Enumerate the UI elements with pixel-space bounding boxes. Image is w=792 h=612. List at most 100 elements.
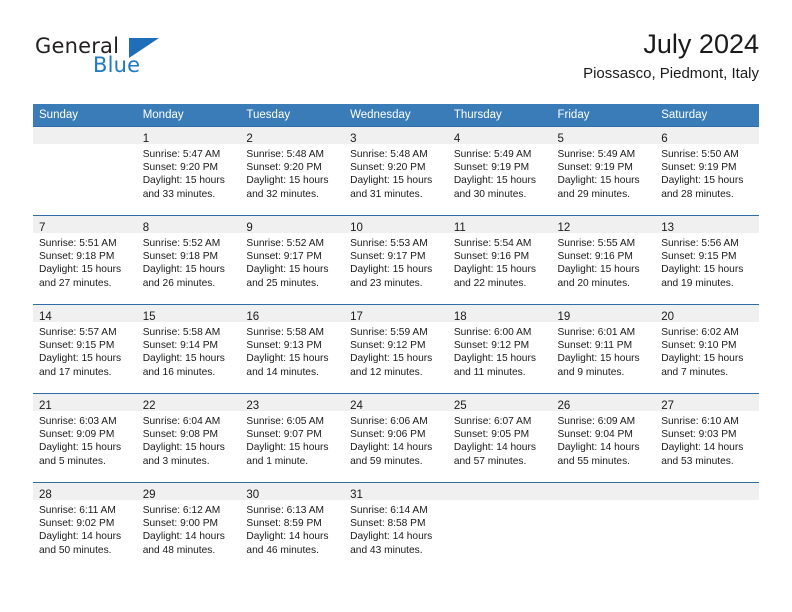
sunset-text: Sunset: 9:19 PM (661, 162, 737, 174)
day-number-bar: 29 (136, 483, 241, 501)
sunrise-text: Sunrise: 5:58 AM (246, 327, 324, 338)
daylight-text: Daylight: 15 hours (350, 264, 433, 276)
brand-logo[interactable]: General Blue (33, 34, 253, 88)
day-cell[interactable]: 25 Sunrise: 6:07 AM Sunset: 9:05 PM Dayligh… (447, 393, 552, 482)
day-number: 26 (557, 400, 571, 412)
calendar-cell: 30 Sunrise: 6:13 AM Sunset: 8:59 PM Dayligh… (240, 482, 345, 571)
day-number: 8 (142, 222, 150, 234)
day-cell[interactable]: 5 Sunrise: 5:49 AM Sunset: 9:19 PM Daylight… (551, 126, 656, 215)
brand-name-blue: Blue (93, 53, 141, 77)
day-cell[interactable]: 1 Sunrise: 5:47 AM Sunset: 9:20 PM Daylight… (136, 126, 241, 215)
calendar-page: General Blue July 2024 Piossasco, Piedmo… (0, 0, 792, 612)
daylight-text-cont: and 9 minutes. (557, 366, 625, 378)
day-number: 23 (246, 400, 260, 412)
day-number: 30 (246, 489, 260, 501)
day-details: Sunrise: 5:50 AM Sunset: 9:19 PM Daylight:… (655, 144, 759, 201)
day-cell[interactable]: 20 Sunrise: 6:02 AM Sunset: 9:10 PM Dayligh… (655, 304, 759, 393)
day-cell[interactable]: 28 Sunrise: 6:11 AM Sunset: 9:02 PM Dayligh… (33, 482, 137, 571)
day-cell[interactable]: 21 Sunrise: 6:03 AM Sunset: 9:09 PM Dayligh… (33, 393, 137, 482)
daylight-text: Daylight: 14 hours (661, 442, 744, 454)
weekday-header-thursday: Thursday (447, 104, 552, 126)
day-cell[interactable]: 8 Sunrise: 5:52 AM Sunset: 9:18 PM Daylight… (136, 215, 241, 304)
daylight-text-cont: and 5 minutes. (39, 455, 106, 467)
day-details: Sunrise: 6:05 AM Sunset: 9:07 PM Daylight:… (240, 411, 344, 468)
sunrise-text: Sunrise: 5:47 AM (142, 149, 221, 160)
daylight-text-cont: and 30 minutes. (453, 188, 527, 200)
day-cell[interactable]: 23 Sunrise: 6:05 AM Sunset: 9:07 PM Dayligh… (240, 393, 345, 482)
calendar-table: Sunday Monday Tuesday Wednesday Thursday… (33, 104, 759, 571)
calendar-week-row: 7 Sunrise: 5:51 AM Sunset: 9:18 PM Daylight… (33, 215, 759, 304)
sunrise-text: Sunrise: 6:07 AM (453, 416, 532, 427)
day-number-bar: 5 (551, 127, 656, 145)
day-number-bar: 12 (551, 216, 656, 234)
sunrise-text: Sunrise: 5:52 AM (246, 238, 324, 249)
day-details: Sunrise: 5:58 AM Sunset: 9:13 PM Daylight:… (240, 322, 344, 379)
sunset-text: Sunset: 9:17 PM (350, 251, 426, 263)
day-number-bar: 10 (344, 216, 448, 234)
daylight-text: Daylight: 15 hours (557, 175, 640, 187)
daylight-text-cont: and 29 minutes. (557, 188, 631, 200)
day-cell[interactable]: 11 Sunrise: 5:54 AM Sunset: 9:16 PM Dayligh… (447, 215, 552, 304)
day-details: Sunrise: 6:04 AM Sunset: 9:08 PM Daylight:… (137, 411, 241, 468)
day-number: 9 (246, 222, 253, 234)
sunset-text: Sunset: 9:07 PM (246, 429, 322, 441)
daylight-text-cont: and 31 minutes. (350, 188, 423, 200)
sunrise-text: Sunrise: 6:01 AM (557, 327, 636, 338)
sunset-text: Sunset: 9:12 PM (453, 340, 530, 352)
page-subtitle: Piossasco, Piedmont, Italy (583, 65, 759, 82)
day-cell[interactable]: 30 Sunrise: 6:13 AM Sunset: 8:59 PM Dayligh… (240, 482, 345, 571)
sunrise-text: Sunrise: 6:10 AM (661, 416, 739, 427)
daylight-text-cont: and 3 minutes. (142, 455, 210, 467)
day-number: 27 (661, 400, 675, 412)
day-cell[interactable]: 19 Sunrise: 6:01 AM Sunset: 9:11 PM Dayligh… (551, 304, 656, 393)
daylight-text-cont: and 46 minutes. (246, 544, 319, 556)
sunrise-text: Sunrise: 5:50 AM (661, 149, 739, 160)
day-cell[interactable]: 2 Sunrise: 5:48 AM Sunset: 9:20 PM Daylight… (240, 126, 345, 215)
day-details: Sunrise: 5:47 AM Sunset: 9:20 PM Daylight:… (137, 144, 241, 201)
day-cell[interactable]: 27 Sunrise: 6:10 AM Sunset: 9:03 PM Dayligh… (655, 393, 759, 482)
day-number-bar (551, 483, 656, 500)
daylight-text-cont: and 23 minutes. (350, 277, 423, 289)
daylight-text-cont: and 28 minutes. (661, 188, 734, 200)
sunset-text: Sunset: 9:16 PM (557, 251, 633, 263)
day-cell[interactable]: 12 Sunrise: 5:55 AM Sunset: 9:16 PM Dayligh… (551, 215, 656, 304)
day-number-bar: 9 (240, 216, 345, 234)
sunrise-text: Sunrise: 5:49 AM (557, 149, 636, 160)
calendar-cell: 18 Sunrise: 6:00 AM Sunset: 9:12 PM Dayligh… (447, 304, 552, 393)
day-cell[interactable]: 31 Sunrise: 6:14 AM Sunset: 8:58 PM Dayligh… (344, 482, 448, 571)
day-cell[interactable]: 9 Sunrise: 5:52 AM Sunset: 9:17 PM Daylight… (240, 215, 345, 304)
daylight-text-cont: and 27 minutes. (39, 277, 112, 289)
day-number-bar (33, 127, 137, 144)
day-cell[interactable]: 10 Sunrise: 5:53 AM Sunset: 9:17 PM Dayligh… (344, 215, 448, 304)
sunrise-text: Sunrise: 6:02 AM (661, 327, 739, 338)
day-cell[interactable]: 14 Sunrise: 5:57 AM Sunset: 9:15 PM Dayligh… (33, 304, 137, 393)
day-cell[interactable]: 26 Sunrise: 6:09 AM Sunset: 9:04 PM Dayligh… (551, 393, 656, 482)
day-cell[interactable]: 3 Sunrise: 5:48 AM Sunset: 9:20 PM Daylight… (344, 126, 448, 215)
day-details: Sunrise: 6:12 AM Sunset: 9:00 PM Daylight:… (137, 500, 241, 557)
sunrise-text: Sunrise: 5:58 AM (142, 327, 221, 338)
sunset-text: Sunset: 9:02 PM (39, 518, 115, 530)
day-cell[interactable]: 29 Sunrise: 6:12 AM Sunset: 9:00 PM Dayligh… (136, 482, 241, 571)
day-cell[interactable]: 17 Sunrise: 5:59 AM Sunset: 9:12 PM Dayligh… (344, 304, 448, 393)
calendar-cell: 28 Sunrise: 6:11 AM Sunset: 9:02 PM Dayligh… (33, 482, 137, 571)
day-details: Sunrise: 6:09 AM Sunset: 9:04 PM Daylight:… (552, 411, 656, 468)
day-cell[interactable]: 6 Sunrise: 5:50 AM Sunset: 9:19 PM Daylight… (655, 126, 759, 215)
sunset-text: Sunset: 9:10 PM (661, 340, 737, 352)
sunrise-text: Sunrise: 6:09 AM (557, 416, 636, 427)
day-cell[interactable]: 15 Sunrise: 5:58 AM Sunset: 9:14 PM Dayligh… (136, 304, 241, 393)
day-cell[interactable]: 16 Sunrise: 5:58 AM Sunset: 9:13 PM Dayligh… (240, 304, 345, 393)
day-cell[interactable]: 13 Sunrise: 5:56 AM Sunset: 9:15 PM Dayligh… (655, 215, 759, 304)
day-cell[interactable]: 4 Sunrise: 5:49 AM Sunset: 9:19 PM Daylight… (447, 126, 552, 215)
sunrise-text: Sunrise: 5:48 AM (350, 149, 428, 160)
sunset-text: Sunset: 9:20 PM (142, 162, 219, 174)
day-cell[interactable]: 7 Sunrise: 5:51 AM Sunset: 9:18 PM Daylight… (33, 215, 137, 304)
daylight-text: Daylight: 15 hours (39, 442, 122, 454)
daylight-text: Daylight: 14 hours (39, 531, 122, 543)
day-cell[interactable]: 24 Sunrise: 6:06 AM Sunset: 9:06 PM Dayligh… (344, 393, 448, 482)
day-cell[interactable]: 22 Sunrise: 6:04 AM Sunset: 9:08 PM Dayligh… (136, 393, 241, 482)
day-number-bar (447, 483, 552, 500)
sunrise-text: Sunrise: 5:54 AM (453, 238, 532, 249)
day-cell[interactable]: 18 Sunrise: 6:00 AM Sunset: 9:12 PM Dayligh… (447, 304, 552, 393)
day-number-bar: 4 (447, 127, 552, 145)
calendar-cell: 23 Sunrise: 6:05 AM Sunset: 9:07 PM Dayligh… (240, 393, 345, 482)
